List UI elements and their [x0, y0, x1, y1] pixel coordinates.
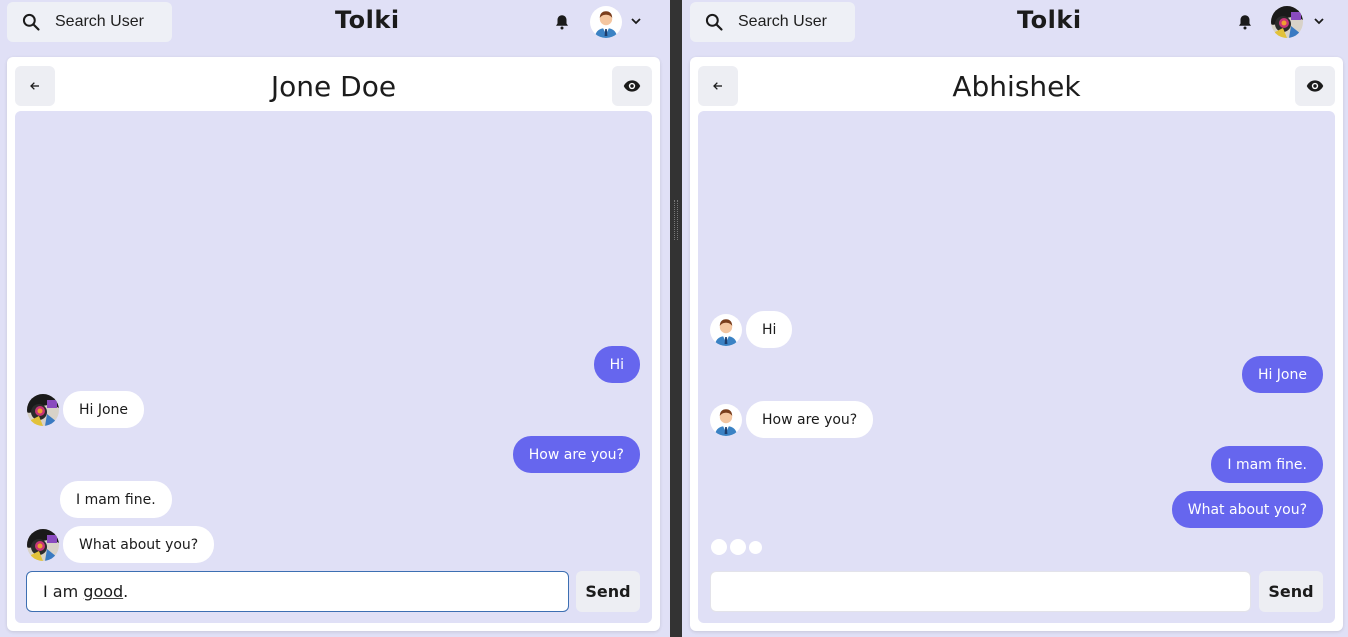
chat-title: Abhishek — [952, 70, 1081, 103]
search-user-label: Search User — [55, 13, 144, 30]
art-avatar-icon — [27, 394, 59, 426]
message-input[interactable] — [710, 571, 1251, 612]
brand-title: Tolki — [335, 6, 400, 34]
user-avatar-icon — [710, 314, 742, 346]
message-bubble-outgoing: How are you? — [512, 436, 640, 473]
view-profile-button[interactable] — [1295, 66, 1335, 106]
user-avatar-icon — [590, 6, 622, 38]
search-user-label: Search User — [738, 13, 827, 30]
sender-avatar — [710, 314, 742, 346]
profile-avatar[interactable] — [1271, 6, 1303, 38]
input-text-prefix: I am — [43, 582, 84, 601]
search-user-button[interactable]: Search User — [7, 2, 172, 42]
typing-indicator — [711, 539, 762, 555]
chat-card: Jone Doe Hi Hi Jone How are you? I mam f… — [7, 57, 660, 631]
chevron-down-icon[interactable] — [630, 16, 642, 26]
chat-card: Abhishek Hi Hi Jone How are you? I mam f… — [690, 57, 1343, 631]
message-bubble-outgoing: Hi Jone — [1241, 356, 1323, 393]
resize-grip[interactable] — [674, 200, 678, 240]
view-profile-button[interactable] — [612, 66, 652, 106]
typing-dot — [711, 539, 727, 555]
input-text-suffix: . — [123, 582, 129, 601]
send-button[interactable]: Send — [576, 571, 640, 612]
sender-avatar — [27, 394, 59, 426]
chat-title: Jone Doe — [270, 70, 397, 103]
message-bubble-incoming: I mam fine. — [60, 481, 172, 518]
profile-avatar[interactable] — [590, 6, 622, 38]
search-icon — [704, 12, 724, 32]
message-bubble-incoming: Hi Jone — [63, 391, 145, 428]
input-text-misspelled: good — [83, 582, 124, 601]
message-bubble-outgoing: What about you? — [1171, 491, 1323, 528]
top-bar: Search User Tolki — [682, 0, 1348, 47]
right-window: Search User Tolki Abhishek Hi Hi Jone Ho… — [682, 0, 1348, 637]
sender-avatar — [710, 404, 742, 436]
brand-title: Tolki — [1017, 6, 1082, 34]
typing-dot — [730, 539, 746, 555]
user-avatar-icon — [710, 404, 742, 436]
message-list: Hi Hi Jone How are you? I mam fine. What… — [698, 111, 1335, 623]
art-avatar-icon — [1271, 6, 1303, 38]
message-bubble-incoming: Hi — [746, 311, 793, 348]
message-bubble-incoming: What about you? — [63, 526, 215, 563]
top-bar: Search User Tolki — [0, 0, 670, 47]
art-avatar-icon — [27, 529, 59, 561]
sender-avatar — [27, 529, 59, 561]
message-list: Hi Hi Jone How are you? I mam fine. What… — [15, 111, 652, 623]
search-icon — [21, 12, 41, 32]
bell-icon[interactable] — [553, 12, 571, 32]
eye-icon — [1306, 77, 1324, 95]
chevron-down-icon[interactable] — [1313, 16, 1325, 26]
message-bubble-incoming: How are you? — [746, 401, 874, 438]
typing-dot — [749, 540, 762, 554]
window-divider[interactable] — [670, 0, 682, 637]
message-bubble-outgoing: I mam fine. — [1211, 446, 1323, 483]
left-window: Search User Tolki Jone Doe Hi Hi Jone Ho… — [0, 0, 670, 637]
message-input[interactable]: I am good. — [26, 571, 569, 612]
bell-icon[interactable] — [1236, 12, 1254, 32]
search-user-button[interactable]: Search User — [690, 2, 855, 42]
send-button[interactable]: Send — [1259, 571, 1323, 612]
eye-icon — [623, 77, 641, 95]
message-bubble-outgoing: Hi — [593, 346, 640, 383]
